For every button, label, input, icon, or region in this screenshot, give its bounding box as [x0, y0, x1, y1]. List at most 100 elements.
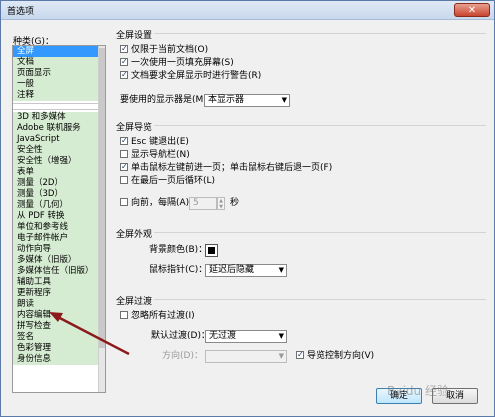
category-item[interactable]: 拼写检查	[13, 321, 99, 332]
watermark: Baidu 经验	[387, 384, 449, 398]
default-transition-label: 默认过渡(D)：	[151, 331, 210, 341]
direction-label: 方向(D)：	[162, 351, 203, 361]
spin-buttons[interactable]: ▲ ▼	[217, 197, 225, 210]
category-item[interactable]: 安全性（增强）	[13, 156, 99, 167]
select-value: 本显示器	[208, 95, 245, 105]
group-title: 全屏导览	[116, 123, 153, 133]
bg-color-label: 背景颜色(B)：	[149, 245, 208, 255]
loop-after-last-option[interactable]: 在最后一页后循环(L)	[120, 175, 215, 187]
checkbox[interactable]	[120, 197, 128, 206]
category-item[interactable]: 辅助工具	[13, 277, 99, 288]
monitor-select[interactable]: 本显示器 ▼	[204, 94, 290, 107]
divider	[154, 299, 486, 300]
checkbox[interactable]	[296, 350, 304, 359]
fullscreen-look-group: 全屏外观 背景颜色(B)： 鼠标指针(C)： 延迟后隐藏 ▼	[116, 227, 486, 287]
option-label: 单击鼠标左键前进一页；单击鼠标右键后退一页(F)	[131, 163, 333, 173]
advance-seconds-input[interactable]: 5	[189, 197, 217, 210]
color-fill	[208, 247, 215, 254]
checkbox[interactable]	[120, 310, 128, 319]
checkbox[interactable]	[120, 57, 128, 66]
checkbox[interactable]	[120, 44, 128, 53]
divider	[154, 33, 486, 34]
category-item[interactable]: 注释	[13, 90, 99, 101]
nav-control-direction-option[interactable]: 导览控制方向(V)	[296, 350, 375, 362]
category-item[interactable]: 多媒体信任（旧版）	[13, 266, 99, 277]
category-item[interactable]: JavaScript	[13, 134, 99, 145]
category-item[interactable]: 从 PDF 转换	[13, 211, 99, 222]
select-value: 延迟后隐藏	[209, 265, 255, 275]
checkbox[interactable]	[120, 70, 128, 79]
divider	[154, 125, 486, 126]
fullscreen-nav-group: 全屏导览 Esc 键退出(E) 显示导航栏(N) 单击鼠标左键前进一页；单击鼠标…	[116, 120, 486, 215]
only-current-doc-option[interactable]: 仅限于当前文档(O)	[120, 44, 209, 56]
direction-select[interactable]: ▼	[205, 350, 287, 363]
category-item[interactable]: 朗读	[13, 299, 99, 310]
category-separator	[13, 103, 99, 110]
fullscreen-transition-group: 全屏过渡 忽略所有过渡(I) 默认过渡(D)： 无过渡 ▼ 方向(D)： ▼ 导览…	[116, 294, 486, 369]
title-bar[interactable]: 首选项 ✕	[1, 1, 494, 20]
category-item[interactable]: 安全性	[13, 145, 99, 156]
option-label: Esc 键退出(E)	[131, 137, 189, 147]
option-label: 向前，每隔(A)	[131, 198, 190, 208]
warn-fullscreen-option[interactable]: 文档要求全屏显示时进行警告(R)	[120, 70, 261, 82]
category-item[interactable]: 3D 和多媒体	[13, 112, 99, 123]
category-item[interactable]: 身份信息	[13, 354, 99, 365]
chevron-down-icon: ▼	[278, 266, 284, 274]
checkbox[interactable]	[120, 162, 128, 171]
category-item[interactable]: 单位和参考线	[13, 222, 99, 233]
category-item[interactable]: 测量（3D）	[13, 189, 99, 200]
group-title: 全屏设置	[116, 31, 153, 41]
default-transition-select[interactable]: 无过渡 ▼	[205, 330, 287, 343]
bg-color-swatch[interactable]	[205, 244, 218, 257]
group-title: 全屏外观	[116, 230, 153, 240]
category-item[interactable]: 文档	[13, 57, 99, 68]
category-item[interactable]: 页面显示	[13, 68, 99, 79]
checkbox[interactable]	[120, 136, 128, 145]
window-title: 首选项	[7, 7, 35, 17]
option-label: 显示导航栏(N)	[131, 150, 190, 160]
cursor-select[interactable]: 延迟后隐藏 ▼	[205, 264, 287, 277]
option-label: 仅限于当前文档(O)	[131, 45, 209, 55]
category-item[interactable]: 更新程序	[13, 288, 99, 299]
input-value: 5	[193, 198, 199, 208]
option-label: 一次使用一页填充屏幕(S)	[131, 58, 234, 68]
seconds-label: 秒	[230, 198, 240, 208]
chevron-down-icon: ▼	[278, 352, 284, 360]
category-item[interactable]: 色彩管理	[13, 343, 99, 354]
categories-scrollbar[interactable]	[98, 46, 105, 392]
categories-items: 全屏 文档 页面显示 一般 注释 3D 和多媒体 Adobe 联机服务 JavaScript 安…	[13, 46, 99, 365]
select-value: 无过渡	[209, 331, 237, 341]
category-item[interactable]: 全屏	[13, 46, 99, 57]
chevron-down-icon: ▼	[281, 96, 287, 104]
chevron-down-icon: ▼	[278, 332, 284, 340]
close-icon: ✕	[467, 5, 477, 16]
scroll-thumb[interactable]	[99, 48, 105, 348]
category-item[interactable]: 电子邮件帐户	[13, 233, 99, 244]
option-label: 导览控制方向(V)	[307, 351, 375, 361]
ignore-transitions-option[interactable]: 忽略所有过渡(I)	[120, 310, 195, 322]
fullscreen-setup-group: 全屏设置 仅限于当前文档(O) 一次使用一页填充屏幕(S) 文档要求全屏显示时进…	[116, 28, 486, 108]
categories-list[interactable]: 全屏 文档 页面显示 一般 注释 3D 和多媒体 Adobe 联机服务 JavaScript 安…	[12, 45, 106, 393]
category-item[interactable]: 内容编辑	[13, 310, 99, 321]
monitor-label: 要使用的显示器是(M)：	[120, 95, 216, 105]
divider	[154, 232, 486, 233]
category-item[interactable]: 一般	[13, 79, 99, 90]
category-item[interactable]: Adobe 联机服务	[13, 123, 99, 134]
category-item[interactable]: 测量（2D）	[13, 178, 99, 189]
category-item[interactable]: 测量（几何）	[13, 200, 99, 211]
category-item[interactable]: 表单	[13, 167, 99, 178]
mouse-click-nav-option[interactable]: 单击鼠标左键前进一页；单击鼠标右键后退一页(F)	[120, 162, 333, 174]
preferences-window: 首选项 ✕ 种类(G)： 全屏 文档 页面显示 一般 注释 3D 和多媒体 Adobe 联机…	[0, 0, 495, 417]
close-button[interactable]: ✕	[454, 3, 490, 17]
advance-option[interactable]: 向前，每隔(A)	[120, 197, 190, 209]
category-item[interactable]: 多媒体（旧版）	[13, 255, 99, 266]
fill-screen-option[interactable]: 一次使用一页填充屏幕(S)	[120, 57, 234, 69]
group-title: 全屏过渡	[116, 297, 153, 307]
show-navbar-option[interactable]: 显示导航栏(N)	[120, 149, 190, 161]
category-item[interactable]: 动作向导	[13, 244, 99, 255]
category-item[interactable]: 签名	[13, 332, 99, 343]
checkbox[interactable]	[120, 149, 128, 158]
esc-exit-option[interactable]: Esc 键退出(E)	[120, 136, 189, 148]
checkbox[interactable]	[120, 175, 128, 184]
cursor-label: 鼠标指针(C)：	[149, 265, 208, 275]
